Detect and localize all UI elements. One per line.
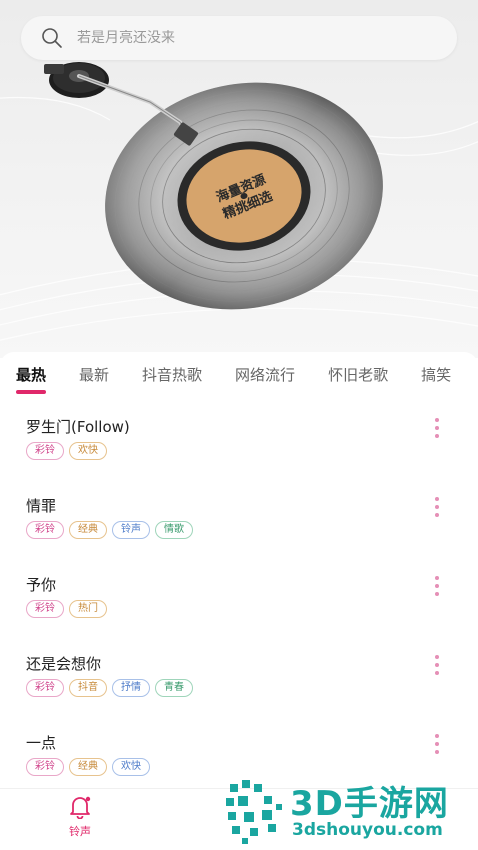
- more-options-icon[interactable]: [431, 732, 443, 756]
- tag-row: 彩铃 经典 铃声 情歌: [26, 521, 198, 539]
- tag-row: 彩铃 热门: [26, 600, 112, 618]
- tag: 经典: [69, 758, 107, 776]
- search-bar[interactable]: [21, 16, 457, 60]
- list-item[interactable]: 情罪 彩铃 经典 铃声 情歌: [0, 481, 478, 551]
- more-options-icon[interactable]: [431, 574, 443, 598]
- bell-icon: [70, 796, 91, 819]
- tab-nostalgic[interactable]: 怀旧老歌: [328, 364, 388, 385]
- tab-douyin-hits[interactable]: 抖音热歌: [142, 364, 202, 385]
- watermark-logo-icon: [226, 780, 282, 844]
- tag: 抒情: [112, 679, 150, 697]
- nav-label-ringtone: 铃声: [69, 825, 91, 838]
- watermark-url: 3dshouyou.com: [292, 820, 443, 840]
- song-title: 罗生门(Follow): [26, 418, 130, 436]
- tag: 彩铃: [26, 442, 64, 460]
- search-input[interactable]: [77, 30, 417, 46]
- more-options-icon[interactable]: [431, 416, 443, 440]
- list-item[interactable]: 罗生门(Follow) 彩铃 欢快: [0, 402, 478, 472]
- tag: 情歌: [155, 521, 193, 539]
- tab-newest[interactable]: 最新: [79, 364, 109, 385]
- watermark: 3D手游网 3dshouyou.com: [218, 776, 478, 850]
- song-title: 情罪: [26, 497, 57, 515]
- song-title: 还是会想你: [26, 655, 102, 673]
- song-title: 一点: [26, 734, 57, 752]
- tab-hottest[interactable]: 最热: [16, 364, 47, 394]
- tag: 欢快: [112, 758, 150, 776]
- tab-internet-popular[interactable]: 网络流行: [235, 364, 295, 385]
- watermark-brand: 3D手游网: [290, 784, 449, 824]
- tag: 彩铃: [26, 521, 64, 539]
- tag-row: 彩铃 经典 欢快: [26, 758, 155, 776]
- song-title: 予你: [26, 576, 57, 594]
- tag: 青春: [155, 679, 193, 697]
- tag: 彩铃: [26, 679, 64, 697]
- list-item[interactable]: 予你 彩铃 热门: [0, 560, 478, 630]
- more-options-icon[interactable]: [431, 495, 443, 519]
- tag-row: 彩铃 抖音 抒情 青春: [26, 679, 198, 697]
- nav-item-ringtone[interactable]: 铃声: [52, 795, 108, 845]
- tag: 抖音: [69, 679, 107, 697]
- tag: 热门: [69, 600, 107, 618]
- tag: 彩铃: [26, 600, 64, 618]
- hero-banner: 海量资源 精挑细选: [0, 0, 478, 358]
- tag: 彩铃: [26, 758, 64, 776]
- tag: 欢快: [69, 442, 107, 460]
- list-item[interactable]: 还是会想你 彩铃 抖音 抒情 青春: [0, 639, 478, 709]
- search-icon: [42, 28, 62, 48]
- tab-funny[interactable]: 搞笑: [421, 364, 451, 385]
- tag-row: 彩铃 欢快: [26, 442, 112, 460]
- more-options-icon[interactable]: [431, 653, 443, 677]
- category-tabs: 最热 最新 抖音热歌 网络流行 怀旧老歌 搞笑: [0, 352, 478, 396]
- tag: 铃声: [112, 521, 150, 539]
- tag: 经典: [69, 521, 107, 539]
